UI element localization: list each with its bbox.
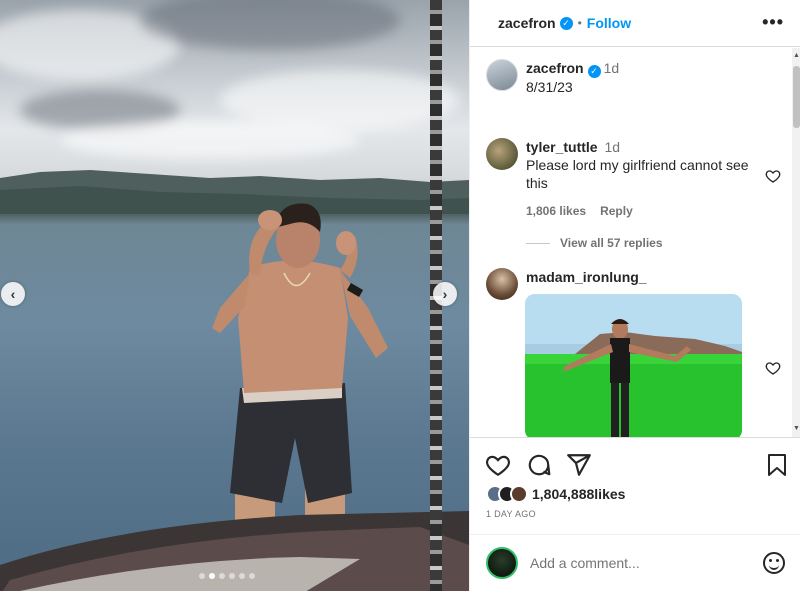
liker-avatar [510,485,528,503]
emoji-icon[interactable] [763,552,785,574]
carousel-dot [219,573,225,579]
carousel-dot [229,573,235,579]
view-replies-button[interactable]: View all 57 replies [526,236,663,250]
post-header: zacefron ✓ • Follow ••• [470,0,800,47]
comment-like-heart-icon[interactable] [765,168,781,184]
caption-time: 1d [603,60,620,76]
carousel-dot [249,573,255,579]
comment-time: 1d [604,139,621,155]
carousel-dot [239,573,245,579]
likes-suffix: likes [594,486,626,502]
reply-button[interactable]: Reply [600,202,633,220]
caption-username[interactable]: zacefron [526,60,584,76]
avatar[interactable] [486,138,518,170]
person-figure [212,203,388,528]
header-separator: • [577,16,582,30]
avatar[interactable] [486,268,518,300]
comments-scrollbar[interactable]: ▲ ▼ [792,48,800,437]
comments-list[interactable]: zacefron ✓ 1d 8/31/23 tyler_tuttle 1d Plea… [470,48,800,438]
carousel-dots [199,573,255,579]
follow-button[interactable]: Follow [587,15,631,31]
bookmark-icon[interactable] [765,452,789,478]
comment-username[interactable]: tyler_tuttle [526,139,598,155]
carousel-dot [209,573,215,579]
likes-count: 1,804,888 [532,486,595,502]
comment-icon[interactable] [526,452,552,478]
author-username[interactable]: zacefron [498,15,556,31]
chevron-left-icon[interactable]: ‹ [1,282,25,306]
post-photo[interactable]: ‹ › [0,0,469,591]
scroll-up-icon[interactable]: ▲ [793,52,800,59]
avatar[interactable] [486,59,518,91]
chevron-right-icon[interactable]: › [433,282,457,306]
caption-text: 8/31/23 [526,78,573,95]
share-icon[interactable] [566,452,592,478]
post-time-ago: 1 DAY AGO [486,509,536,519]
comment-like-heart-icon[interactable] [765,360,781,376]
post-side-panel: zacefron ✓ • Follow ••• zacefron ✓ 1d 8/31… [469,0,800,591]
comment-gif[interactable] [525,294,742,438]
heart-icon[interactable] [485,452,511,478]
verified-badge-icon: ✓ [587,64,601,78]
comment-username[interactable]: madam_ironlung_ [526,269,647,285]
comment-text: Please lord my girlfriend cannot see thi… [526,157,749,191]
verified-badge-icon: ✓ [559,16,573,30]
caption: zacefron ✓ 1d 8/31/23 [486,59,619,96]
comment-item: tyler_tuttle 1d Please lord my girlfrien… [486,138,786,220]
comment-likes[interactable]: 1,806 likes [526,202,586,220]
add-comment-bar [470,534,800,591]
scroll-thumb[interactable] [793,66,800,128]
view-replies-label: View all 57 replies [560,236,663,250]
avatar[interactable] [486,547,518,579]
post-actions [470,450,800,480]
more-options-icon[interactable]: ••• [762,12,784,33]
cloud [60,120,360,160]
comment-input[interactable] [530,555,763,571]
carousel-dot [199,573,205,579]
likes-summary[interactable]: 1,804,888 likes [486,485,625,503]
scroll-down-icon[interactable]: ▼ [793,425,800,432]
